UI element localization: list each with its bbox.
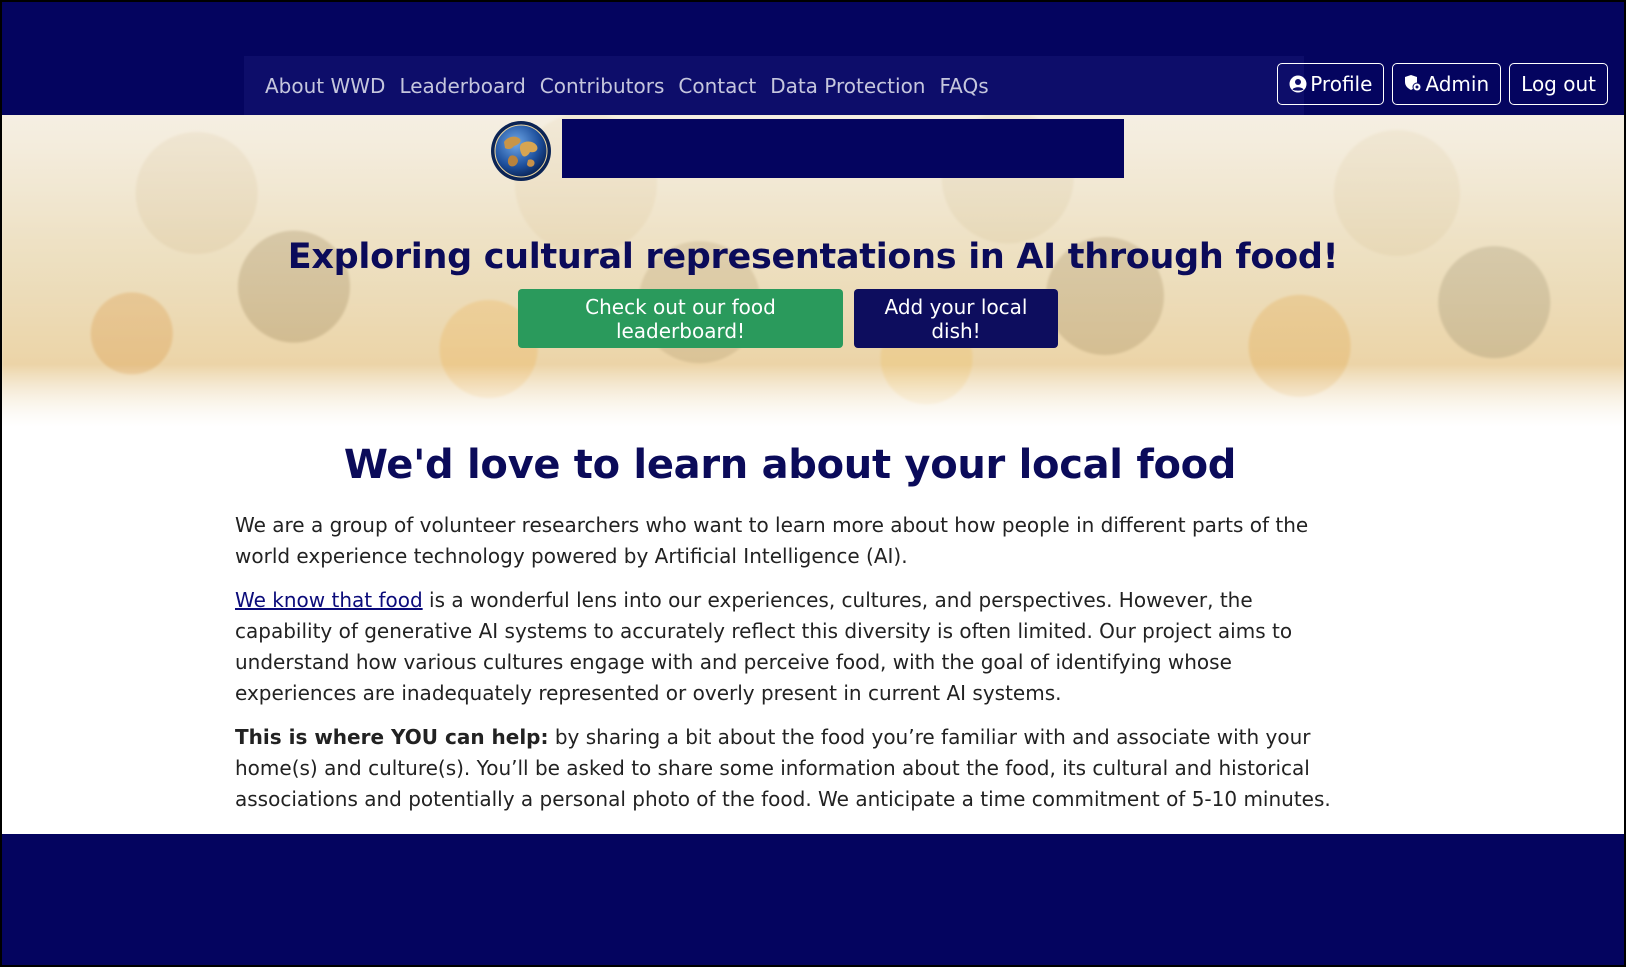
logout-label: Log out [1521, 72, 1596, 96]
hero-buttons: Check out our food leaderboard! Add your… [518, 289, 1058, 348]
site-title-bar [562, 119, 1124, 178]
nav-link-faqs[interactable]: FAQs [939, 74, 988, 98]
page-frame: About WWD Leaderboard Contributors Conta… [0, 0, 1626, 967]
help-emphasis: This is where YOU can help: [235, 725, 549, 749]
profile-label: Profile [1310, 72, 1373, 96]
nav-buttons: Profile Admin Log out [1277, 63, 1608, 105]
food-lens-paragraph: We know that food is a wonderful lens in… [235, 585, 1345, 709]
nav-link-contact[interactable]: Contact [678, 74, 756, 98]
we-know-that-food-link[interactable]: We know that food [235, 588, 423, 612]
nav-link-leaderboard[interactable]: Leaderboard [399, 74, 525, 98]
help-paragraph: This is where YOU can help: by sharing a… [235, 722, 1345, 815]
main-content: We'd love to learn about your local food… [235, 442, 1385, 815]
user-circle-icon [1289, 75, 1307, 93]
admin-button[interactable]: Admin [1392, 63, 1502, 105]
section-heading: We'd love to learn about your local food [343, 442, 1237, 488]
add-dish-button[interactable]: Add your local dish! [854, 289, 1058, 348]
logout-button[interactable]: Log out [1509, 63, 1608, 105]
admin-label: Admin [1425, 72, 1490, 96]
nav-link-about[interactable]: About WWD [265, 74, 385, 98]
nav-link-contributors[interactable]: Contributors [540, 74, 665, 98]
bottom-band [2, 834, 1624, 965]
hero-title: Exploring cultural representations in AI… [287, 237, 1339, 278]
leaderboard-button[interactable]: Check out our food leaderboard! [518, 289, 843, 348]
profile-button[interactable]: Profile [1277, 63, 1385, 105]
nav-link-data-protection[interactable]: Data Protection [770, 74, 925, 98]
nav-links: About WWD Leaderboard Contributors Conta… [265, 56, 989, 115]
top-band [2, 2, 1624, 56]
globe-logo-icon[interactable] [490, 120, 552, 182]
intro-paragraph: We are a group of volunteer researchers … [235, 513, 1309, 568]
shield-icon [1405, 75, 1422, 92]
navbar: About WWD Leaderboard Contributors Conta… [2, 56, 1624, 115]
